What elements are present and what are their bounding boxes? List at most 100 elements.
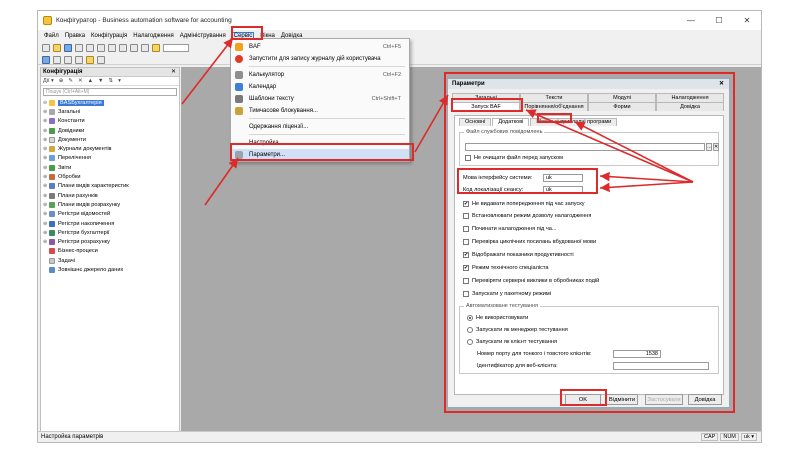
clear-file-button[interactable]: ✕ [713, 143, 719, 151]
language-indicator[interactable]: uk ▾ [740, 433, 757, 441]
menu-edit[interactable]: Правка [65, 33, 85, 39]
tab-forms[interactable]: Форми [588, 102, 656, 111]
tree-item[interactable]: ⊕ Регістри відомостей [43, 210, 179, 219]
paste-icon[interactable] [97, 43, 105, 52]
tree-item[interactable]: ⊕ Документи [43, 135, 179, 144]
update-icon[interactable] [64, 55, 72, 64]
tree-item[interactable]: ⊕ Плани рахунків [43, 191, 179, 200]
menu-item-calculator[interactable]: Калькулятор Ctrl+F2 [231, 69, 409, 80]
menu-administration[interactable]: Адміністрування [180, 33, 226, 39]
redo-icon[interactable] [130, 43, 138, 52]
maximize-button[interactable]: ☐ [705, 11, 733, 30]
move-up-icon[interactable]: ▲ [88, 78, 93, 84]
close-button[interactable]: ✕ [733, 11, 761, 30]
cancel-button[interactable]: Відмінити [606, 394, 638, 405]
menu-item-record-log[interactable]: Запустити для запису журналу дій користу… [231, 53, 409, 64]
tree-item[interactable]: ⊕ Плани видів характеристик [43, 182, 179, 191]
menu-file[interactable]: Файл [44, 33, 59, 39]
menu-item-parameters[interactable]: Параметри... [231, 149, 409, 160]
tab-texts[interactable]: Тексти [520, 93, 588, 102]
tree-item[interactable]: ⊕ Довідники [43, 126, 179, 135]
menu-item-temp-lock[interactable]: Тимчасове блокування... [231, 105, 409, 116]
no-clear-checkbox[interactable]: Не очищати файл перед запуском [465, 155, 563, 161]
delete-icon[interactable] [108, 43, 116, 52]
add-icon[interactable]: ⊕ [59, 78, 64, 84]
checkbox-performance[interactable]: ✔ Відображати показники продуктивності [463, 252, 574, 258]
radio-not-use[interactable]: Не використовувати [467, 315, 528, 321]
tree-item[interactable]: Зовнішнє джерело даних [43, 265, 179, 274]
tree-item[interactable]: ⊕ Обробки [43, 172, 179, 181]
properties-icon[interactable] [53, 55, 61, 64]
checkbox-debug-mode[interactable]: Встановлювати режим дозволу налагодження [463, 213, 591, 219]
ok-button[interactable]: OK [565, 394, 601, 405]
subtab-mobile[interactable]: Мобільні прикладні програми [530, 118, 618, 126]
service-file-input[interactable] [465, 143, 705, 151]
undo-icon[interactable] [119, 43, 127, 52]
port-input[interactable]: 1538 [613, 350, 661, 358]
tree-item[interactable]: ⊕ Регістри розрахунку [43, 237, 179, 246]
localization-select[interactable]: uk [543, 186, 583, 194]
run-icon[interactable] [86, 55, 94, 64]
db-icon[interactable] [42, 55, 50, 64]
menu-configuration[interactable]: Конфігурація [91, 33, 127, 39]
tab-compare-merge[interactable]: Порівняння/об'єднання [520, 102, 588, 111]
open-icon[interactable] [53, 43, 61, 52]
menu-debug[interactable]: Налагодження [133, 33, 174, 39]
module-icon[interactable] [75, 55, 83, 64]
subtab-additional[interactable]: Додаткові [492, 118, 530, 126]
tree-item[interactable]: ⊕ Перелічення [43, 154, 179, 163]
menu-item-setup[interactable]: Настройка... [231, 137, 409, 148]
menu-item-baf[interactable]: BAF Ctrl+F5 [231, 41, 409, 52]
sort-icon[interactable]: ⇅ [109, 78, 114, 84]
checkbox-start-debug[interactable]: Починати налагодження під ча... [463, 226, 557, 232]
checkbox-tech-specialist[interactable]: ✔ Режим технічного спеціаліста [463, 265, 549, 271]
minimize-button[interactable]: — [677, 11, 705, 30]
remove-icon[interactable]: ✕ [78, 78, 83, 84]
checkbox-server-calls[interactable]: Перевіряти серверні виклики в обробниках… [463, 278, 599, 284]
interface-lang-select[interactable]: uk [543, 174, 583, 182]
save-icon[interactable] [64, 43, 72, 52]
search-icon[interactable] [152, 43, 160, 52]
filter-icon[interactable]: ▾ [118, 78, 121, 84]
cut-icon[interactable] [75, 43, 83, 52]
menu-item-templates[interactable]: Шаблони тексту Ctrl+Shift+T [231, 93, 409, 104]
tab-help[interactable]: Довідка [656, 102, 724, 111]
move-down-icon[interactable]: ▼ [98, 78, 103, 84]
menu-item-calendar[interactable]: Календар [231, 81, 409, 92]
tree-search-input[interactable]: Пошук (Ctrl+Alt+M) [43, 88, 177, 96]
tree-item[interactable]: Бізнес-процеси [43, 247, 179, 256]
toolbar-search-input[interactable] [163, 43, 189, 52]
apply-button[interactable]: Застосувати [645, 394, 683, 405]
tab-launch-baf[interactable]: Запуск BAF [452, 102, 520, 111]
tree-root[interactable]: ⊖ BASБухгалтерія [43, 98, 179, 107]
help-button[interactable]: Довідка [688, 394, 722, 405]
tab-modules[interactable]: Модулі [588, 93, 656, 102]
checkbox-cyclic-refs[interactable]: Перевірка циклічних посилань вбудованої … [463, 239, 596, 245]
dialog-close-icon[interactable]: ✕ [719, 79, 724, 89]
edit-icon[interactable]: ✎ [68, 78, 73, 84]
checkbox-no-warnings[interactable]: ✔ Не видавати попередження під час запуск… [463, 201, 585, 207]
checkbox-batch-mode[interactable]: Запускати у пакетному режимі [463, 291, 551, 297]
panel-close-icon[interactable]: ✕ [171, 68, 176, 77]
tree-item[interactable]: Задачі [43, 256, 179, 265]
tree-item[interactable]: ⊕ Регістри накопичення [43, 219, 179, 228]
menu-item-license[interactable]: Одержання ліцензії... [231, 121, 409, 132]
radio-test-manager[interactable]: Запускати як менеджер тестування [467, 327, 568, 333]
radio-test-client[interactable]: Запускати як клієнт тестування [467, 339, 557, 345]
browse-button[interactable]: … [706, 143, 712, 151]
find-icon[interactable] [141, 43, 149, 52]
tab-general[interactable]: Загальні [452, 93, 520, 102]
tree-item[interactable]: ⊕ Регістри бухгалтерії [43, 228, 179, 237]
tree-item[interactable]: ⊕ Журнали документів [43, 144, 179, 153]
tree-item[interactable]: ⊕ Плани видів розрахунку [43, 200, 179, 209]
webclient-input[interactable] [613, 362, 709, 370]
new-icon[interactable] [42, 43, 50, 52]
debug-icon[interactable] [97, 55, 105, 64]
tab-debug[interactable]: Налагодження [656, 93, 724, 102]
actions-menu[interactable]: Дії ▾ [43, 78, 54, 84]
tree-item[interactable]: ⊕ Загальні [43, 107, 179, 116]
tree-item[interactable]: ⊕ Звіти [43, 163, 179, 172]
tree-item[interactable]: ⊕ Константи [43, 117, 179, 126]
subtab-main[interactable]: Основні [459, 118, 492, 126]
copy-icon[interactable] [86, 43, 94, 52]
